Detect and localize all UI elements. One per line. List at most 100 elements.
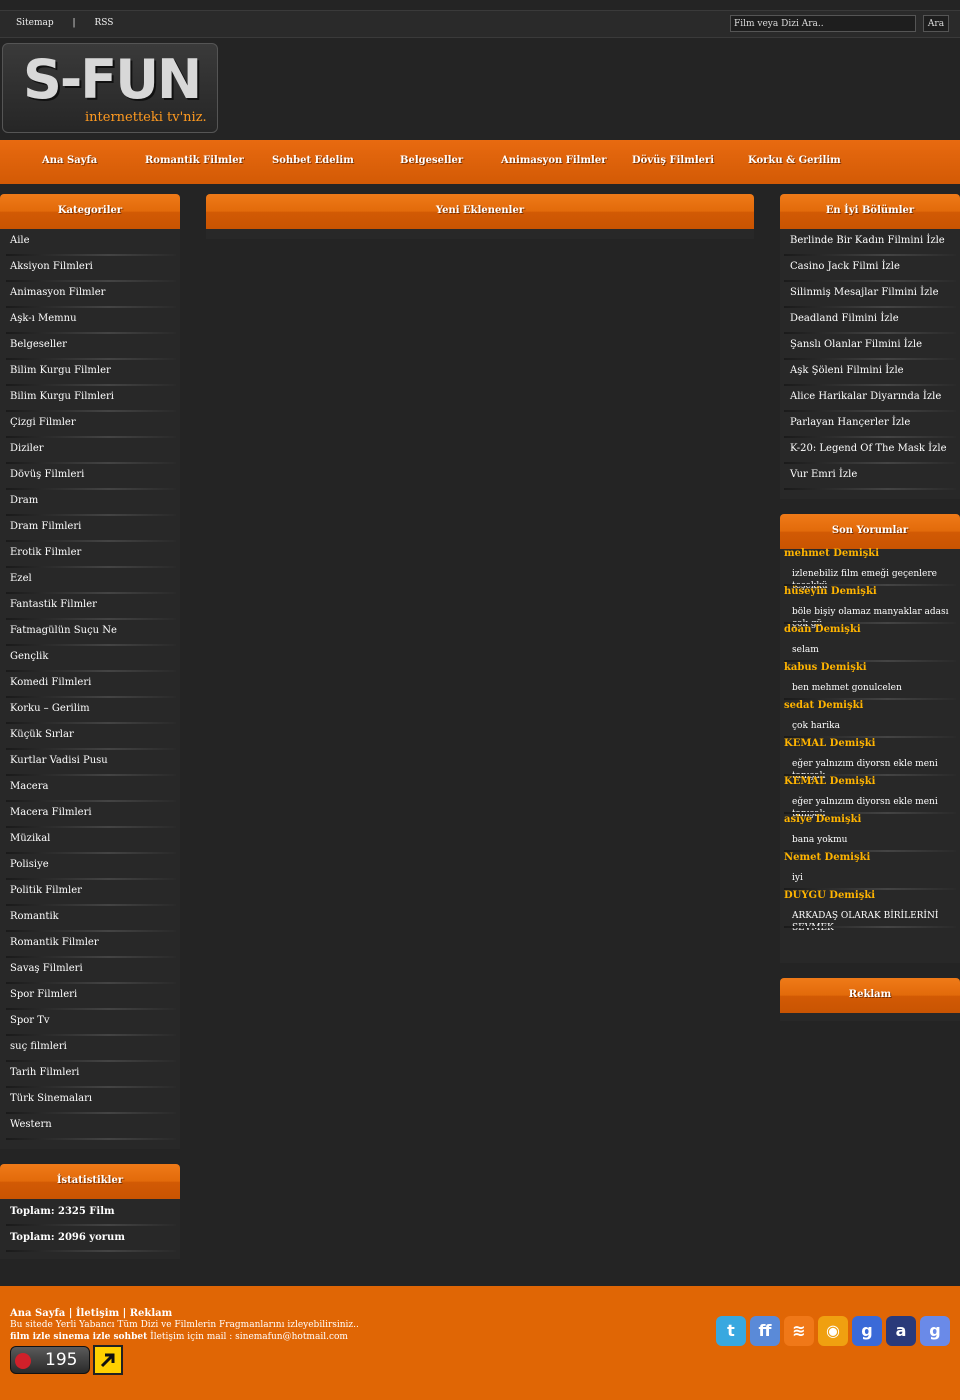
comment-author[interactable]: Nemet Demişki — [784, 852, 870, 863]
category-link[interactable]: Fantastik Filmler — [10, 599, 97, 610]
amazon-icon[interactable]: a — [886, 1316, 916, 1346]
category-link[interactable]: Aşk-ı Memnu — [10, 313, 77, 324]
category-link[interactable]: Aile — [10, 235, 30, 246]
divider — [6, 1250, 176, 1252]
divider — [6, 982, 176, 984]
best-episode-link[interactable]: Silinmiş Mesajlar Filmini İzle — [790, 287, 939, 298]
category-link[interactable]: Spor Filmleri — [10, 989, 77, 1000]
category-link[interactable]: Ezel — [10, 573, 32, 584]
divider — [6, 436, 176, 438]
comment-text[interactable]: ben mehmet gonulcelen — [792, 682, 956, 694]
category-link[interactable]: Kurtlar Vadisi Pusu — [10, 755, 108, 766]
comment-author[interactable]: KEMAL Demişki — [784, 776, 875, 787]
category-link[interactable]: Küçük Sırlar — [10, 729, 74, 740]
nav-home[interactable]: Ana Sayfa — [42, 155, 97, 166]
best-episode-link[interactable]: Deadland Filmini İzle — [790, 313, 899, 324]
category-link[interactable]: Spor Tv — [10, 1015, 50, 1026]
site-logo[interactable]: S-FUN internetteki tv'niz. — [2, 43, 218, 133]
category-link[interactable]: Dram Filmleri — [10, 521, 81, 532]
category-link[interactable]: Macera — [10, 781, 48, 792]
category-link[interactable]: Romantik — [10, 911, 59, 922]
category-link[interactable]: Aksiyon Filmleri — [10, 261, 93, 272]
divider — [6, 410, 176, 412]
comment-author[interactable]: sedat Demişki — [784, 700, 863, 711]
nav-chat[interactable]: Sohbet Edelim — [272, 155, 354, 166]
comment-text[interactable]: ARKADAŞ OLARAK BİRİLERİNİ SEVMEK — [792, 910, 956, 934]
category-link[interactable]: Korku – Gerilim — [10, 703, 90, 714]
divider — [6, 618, 176, 620]
friendfeed-icon[interactable]: ff — [750, 1316, 780, 1346]
best-episode-link[interactable]: Casino Jack Filmi İzle — [790, 261, 900, 272]
category-link[interactable]: Savaş Filmleri — [10, 963, 83, 974]
divider — [6, 1034, 176, 1036]
comment-author[interactable]: doan Demişki — [784, 624, 861, 635]
category-link[interactable]: suç filmleri — [10, 1041, 67, 1052]
category-link[interactable]: Dövüş Filmleri — [10, 469, 84, 480]
category-link[interactable]: Western — [10, 1119, 52, 1130]
divider — [6, 566, 176, 568]
comment-author[interactable]: asiye Demişki — [784, 814, 861, 825]
nav-animation[interactable]: Animasyon Filmler — [501, 155, 606, 166]
best-episode-link[interactable]: Vur Emri İzle — [790, 469, 857, 480]
divider — [784, 410, 956, 412]
footer-links[interactable]: Ana Sayfa | İletişim | Reklam — [10, 1308, 172, 1319]
divider — [6, 462, 176, 464]
divider — [6, 384, 176, 386]
category-link[interactable]: Macera Filmleri — [10, 807, 92, 818]
comment-text[interactable]: bana yokmu — [792, 834, 956, 846]
comment-author[interactable]: KEMAL Demişki — [784, 738, 875, 749]
category-link[interactable]: Dram — [10, 495, 38, 506]
divider — [6, 1224, 176, 1226]
category-link[interactable]: Fatmagülün Suçu Ne — [10, 625, 117, 636]
comment-author[interactable]: kabus Demişki — [784, 662, 867, 673]
search-input[interactable] — [730, 15, 916, 32]
best-episode-link[interactable]: Parlayan Hançerler İzle — [790, 417, 910, 428]
rss-icon[interactable]: ≋ — [784, 1316, 814, 1346]
nav-romantic[interactable]: Romantik Filmler — [145, 155, 244, 166]
divider — [6, 306, 176, 308]
divider — [6, 332, 176, 334]
rss-link[interactable]: RSS — [94, 18, 113, 28]
search-button[interactable]: Ara — [923, 15, 949, 32]
category-link[interactable]: Çizgi Filmler — [10, 417, 76, 428]
best-episode-link[interactable]: Alice Harikalar Diyarında İzle — [790, 391, 941, 402]
category-link[interactable]: Gençlik — [10, 651, 48, 662]
category-link[interactable]: Türk Sinemaları — [10, 1093, 92, 1104]
nav-fighting[interactable]: Dövüş Filmleri — [632, 155, 714, 166]
categories-header: Kategoriler — [0, 194, 180, 229]
best-episode-link[interactable]: Berlinde Bir Kadın Filmini İzle — [790, 235, 945, 246]
twitter-icon[interactable]: t — [716, 1316, 746, 1346]
google-bookmarks-icon[interactable]: g — [920, 1316, 950, 1346]
category-link[interactable]: Erotik Filmler — [10, 547, 81, 558]
nav-documentaries[interactable]: Belgeseller — [400, 155, 463, 166]
category-link[interactable]: Politik Filmler — [10, 885, 82, 896]
comment-text[interactable]: iyi — [792, 872, 956, 884]
best-episode-link[interactable]: K-20: Legend Of The Mask İzle — [790, 443, 946, 454]
category-link[interactable]: Diziler — [10, 443, 44, 454]
best-episode-link[interactable]: Şanslı Olanlar Filmini İzle — [790, 339, 922, 350]
category-link[interactable]: Belgeseller — [10, 339, 67, 350]
visitor-counter[interactable]: 195 — [10, 1346, 90, 1374]
comment-author[interactable]: DUYGU Demişki — [784, 890, 875, 901]
category-link[interactable]: Bilim Kurgu Filmleri — [10, 391, 114, 402]
arrow-icon[interactable] — [93, 1345, 123, 1375]
google-icon[interactable]: g — [852, 1316, 882, 1346]
category-link[interactable]: Bilim Kurgu Filmler — [10, 365, 111, 376]
comments-header: Son Yorumlar — [780, 514, 960, 549]
nav-horror[interactable]: Korku & Gerilim — [748, 155, 841, 166]
technorati-icon[interactable]: ◉ — [818, 1316, 848, 1346]
new-added-panel — [206, 229, 754, 239]
comment-author[interactable]: mehmet Demişki — [784, 548, 879, 559]
comment-author[interactable]: hüseyin Demişki — [784, 586, 877, 597]
comment-text[interactable]: selam — [792, 644, 956, 656]
sitemap-link[interactable]: Sitemap — [16, 18, 54, 28]
comment-text[interactable]: çok harika — [792, 720, 956, 732]
category-link[interactable]: Romantik Filmler — [10, 937, 99, 948]
category-link[interactable]: Müzikal — [10, 833, 50, 844]
logo-title: S-FUN — [23, 48, 202, 111]
category-link[interactable]: Tarih Filmleri — [10, 1067, 79, 1078]
category-link[interactable]: Animasyon Filmler — [10, 287, 105, 298]
category-link[interactable]: Polisiye — [10, 859, 49, 870]
category-link[interactable]: Komedi Filmleri — [10, 677, 91, 688]
best-episode-link[interactable]: Aşk Şöleni Filmini İzle — [790, 365, 904, 376]
